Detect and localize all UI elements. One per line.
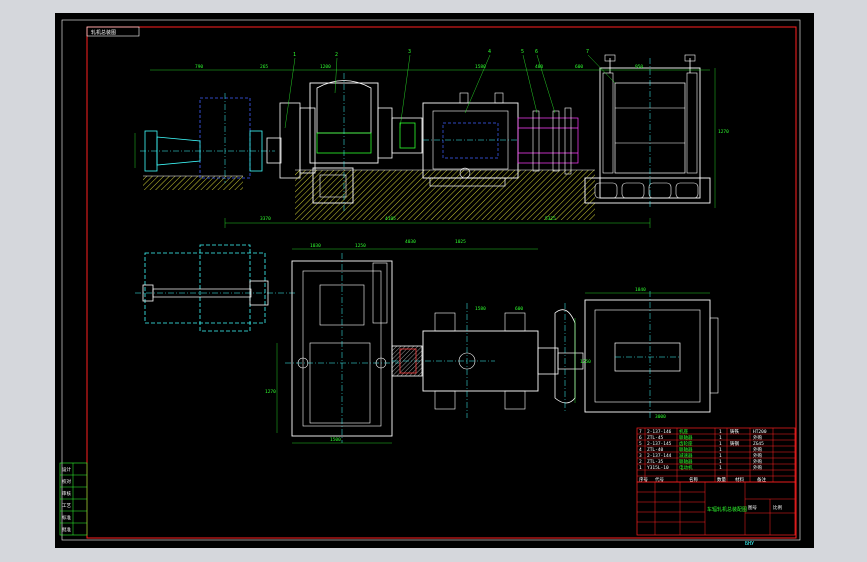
svg-text:减速器: 减速器 [679, 452, 693, 459]
svg-text:电动机: 电动机 [679, 464, 693, 471]
svg-text:ZTL-35: ZTL-35 [647, 459, 664, 465]
part-label-2: 2 [335, 52, 338, 58]
svg-text:铸铁: 铸铁 [730, 428, 739, 435]
svg-text:3000: 3000 [655, 414, 666, 420]
svg-text:1: 1 [719, 435, 722, 441]
svg-text:3: 3 [639, 453, 642, 459]
svg-text:790: 790 [195, 64, 203, 70]
svg-text:铸钢: 铸钢 [730, 440, 739, 447]
svg-text:审核: 审核 [62, 490, 71, 497]
svg-text:1025: 1025 [455, 239, 466, 245]
svg-text:7: 7 [639, 429, 642, 435]
svg-text:设计: 设计 [62, 466, 71, 473]
part-label-5: 5 [521, 49, 524, 55]
svg-text:1270: 1270 [718, 129, 729, 135]
cad-viewport[interactable]: 轧机总装图 1 2 3 4 5 6 7 790 265 1200 4185 15… [55, 13, 814, 548]
svg-text:联轴器: 联轴器 [679, 446, 693, 453]
svg-text:265: 265 [260, 64, 268, 70]
elevation-view [134, 54, 716, 228]
part-number-labels: 1 2 3 4 5 6 7 [293, 49, 589, 58]
svg-text:1840: 1840 [635, 287, 646, 293]
sheet-scale-label: 比例 [773, 504, 782, 511]
svg-text:2-137-144: 2-137-144 [647, 453, 672, 459]
svg-text:齿轮座: 齿轮座 [679, 440, 693, 447]
svg-text:480: 480 [535, 64, 543, 70]
svg-text:1: 1 [719, 465, 722, 471]
svg-text:1: 1 [719, 447, 722, 453]
svg-text:600: 600 [575, 64, 583, 70]
svg-text:4030: 4030 [405, 239, 416, 245]
plan-view [135, 244, 719, 444]
svg-text:ZG45: ZG45 [753, 441, 764, 447]
svg-text:校对: 校对 [62, 478, 71, 485]
svg-text:外购: 外购 [753, 458, 762, 465]
svg-text:1500: 1500 [330, 437, 341, 443]
left-approval-table [59, 462, 88, 536]
svg-text:1: 1 [639, 465, 642, 471]
name-box-text: 轧机总装图 [91, 29, 116, 36]
svg-text:工艺: 工艺 [62, 503, 71, 509]
svg-text:标准: 标准 [62, 514, 71, 521]
part-label-4: 4 [488, 49, 491, 55]
assembly-drawing: 轧机总装图 1 2 3 4 5 6 7 790 265 1200 4185 15… [59, 19, 801, 547]
svg-text:2-137-145: 2-137-145 [647, 441, 672, 447]
svg-text:4185: 4185 [385, 216, 396, 222]
part-label-1: 1 [293, 52, 296, 58]
svg-text:1: 1 [719, 441, 722, 447]
part-label-7: 7 [586, 49, 589, 55]
svg-text:外购: 外购 [753, 446, 762, 453]
part-label-3: 3 [408, 49, 411, 55]
svg-text:6: 6 [639, 435, 642, 441]
svg-text:1200: 1200 [320, 64, 331, 70]
svg-text:ZTL-40: ZTL-40 [647, 447, 664, 453]
part-label-6: 6 [535, 49, 538, 55]
svg-text:ZTL-45: ZTL-45 [647, 435, 664, 441]
svg-text:1580: 1580 [475, 306, 486, 312]
svg-text:5325: 5325 [545, 216, 556, 222]
svg-text:4: 4 [639, 447, 642, 453]
svg-text:外购: 外购 [753, 464, 762, 471]
svg-text:批准: 批准 [62, 526, 71, 533]
svg-text:1030: 1030 [310, 243, 321, 249]
bottom-mark: БНУ [745, 541, 754, 547]
svg-text:1: 1 [719, 459, 722, 465]
svg-text:2-137-146: 2-137-146 [647, 429, 672, 435]
svg-text:机座: 机座 [679, 428, 688, 435]
svg-text:联轴器: 联轴器 [679, 458, 693, 465]
svg-text:1270: 1270 [265, 389, 276, 395]
svg-text:950: 950 [635, 64, 643, 70]
svg-text:1: 1 [719, 429, 722, 435]
drawing-number-label: 图号 [748, 505, 757, 511]
svg-text:3370: 3370 [260, 216, 271, 222]
svg-text:1: 1 [719, 453, 722, 459]
svg-text:外购: 外购 [753, 452, 762, 459]
svg-text:1250: 1250 [580, 359, 591, 365]
svg-text:1580: 1580 [475, 64, 486, 70]
svg-text:1250: 1250 [355, 243, 366, 249]
svg-text:外购: 外购 [753, 434, 762, 441]
bom-rows: 7 2-137-146 机座 1 铸铁 HT200 6 ZTL-45 联轴器 1… [639, 428, 767, 483]
svg-text:600: 600 [515, 306, 523, 312]
svg-text:Y315L-10: Y315L-10 [647, 465, 669, 471]
svg-text:联轴器: 联轴器 [679, 434, 693, 441]
drawing-title: 车辐轧机总装配图 [707, 506, 747, 513]
svg-text:2: 2 [639, 459, 642, 465]
svg-text:HT200: HT200 [753, 429, 767, 435]
svg-text:5: 5 [639, 441, 642, 447]
